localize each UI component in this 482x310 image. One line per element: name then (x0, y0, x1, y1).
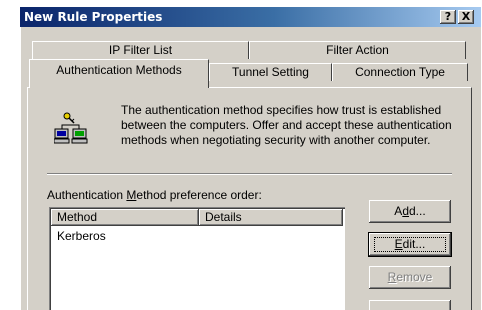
column-header-details[interactable]: Details (199, 209, 343, 226)
window-title: New Rule Properties (24, 10, 163, 24)
edit-button[interactable]: Edit... (369, 233, 451, 256)
remove-button[interactable]: Remove (369, 266, 451, 289)
tab-label: Tunnel Setting (232, 65, 309, 79)
label-part: Authentication (47, 188, 127, 202)
tab-connection-type[interactable]: Connection Type (332, 63, 468, 81)
column-header-method[interactable]: Method (51, 209, 199, 226)
tab-filter-action[interactable]: Filter Action (249, 41, 466, 59)
btn-part: d... (409, 204, 426, 218)
tab-label: Connection Type (355, 65, 445, 79)
help-button[interactable]: ? (440, 10, 456, 24)
tab-label: Filter Action (326, 43, 389, 57)
tab-tunnel-setting[interactable]: Tunnel Setting (209, 63, 332, 81)
close-button[interactable]: X (458, 10, 474, 24)
move-button[interactable] (369, 300, 451, 310)
preference-order-label: Authentication Method preference order: (47, 188, 262, 202)
authentication-methods-list[interactable]: Method Details Kerberos (49, 207, 345, 310)
column-label: Method (57, 210, 98, 224)
list-item[interactable]: Kerberos (57, 229, 106, 243)
description-text: The authentication method specifies how … (121, 103, 452, 147)
label-mnemonic: M (126, 188, 137, 202)
separator (47, 173, 452, 175)
help-icon: ? (444, 10, 452, 23)
btn-mnemonic: d (402, 204, 409, 218)
label-part: ethod preference order: (136, 188, 262, 202)
column-label: Details (205, 210, 242, 224)
tab-authentication-methods[interactable]: Authentication Methods (29, 59, 209, 88)
close-icon: X (461, 10, 471, 23)
add-button[interactable]: Add... (369, 200, 451, 223)
method-cell: Kerberos (57, 229, 106, 243)
focus-rect (374, 237, 446, 252)
btn-mnemonic: R (387, 270, 397, 284)
dialog-window: New Rule Properties ? X IP Filter List F… (20, 7, 481, 310)
tab-label: IP Filter List (108, 43, 173, 57)
tab-ip-filter-list[interactable]: IP Filter List (32, 41, 249, 59)
tab-label: Authentication Methods (56, 63, 182, 77)
network-computers-key-icon (54, 112, 88, 144)
btn-part: emove (396, 270, 433, 284)
title-bar[interactable]: New Rule Properties ? X (20, 7, 481, 27)
